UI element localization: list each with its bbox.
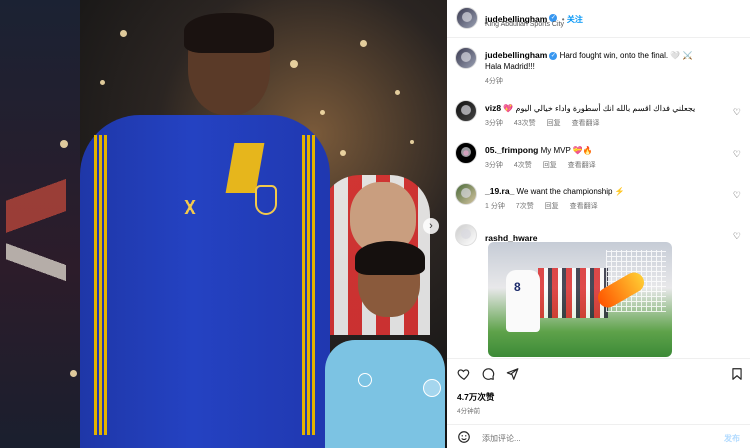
caption-time: 4分钟 (485, 78, 503, 85)
chevron-right-icon[interactable]: › (423, 218, 439, 234)
comment-gif-sticker[interactable]: 8 (488, 242, 672, 357)
post-photo: › (0, 0, 447, 448)
sticker-jersey-number: 8 (514, 280, 521, 294)
avatar[interactable] (455, 100, 477, 122)
send-icon[interactable] (505, 367, 519, 381)
bookmark-icon[interactable] (730, 367, 744, 381)
translate-button[interactable]: 查看翻译 (572, 120, 600, 127)
comment-likes[interactable]: 7次赞 (516, 203, 534, 210)
comment-composer: 添加评论... 发布 (447, 424, 750, 448)
post-comment-button[interactable]: 发布 (724, 433, 740, 444)
heart-icon[interactable]: ♡ (733, 190, 741, 201)
comment-icon[interactable] (481, 367, 495, 381)
avatar[interactable] (456, 7, 478, 29)
comment-likes[interactable]: 4次赞 (514, 162, 532, 169)
comment-text: We want the championship ⚡ (516, 187, 625, 196)
action-bar (447, 358, 750, 418)
comment-username[interactable]: viz8 (485, 103, 501, 113)
comment-likes[interactable]: 43次赞 (514, 120, 536, 127)
post-time: 4分钟前 (457, 408, 481, 415)
instagram-post-viewer: › judebellingham ✓ • 关注 King Abdullah Spo… (0, 0, 750, 448)
comment-time: 3分钟 (485, 162, 503, 169)
post-location[interactable]: King Abdullah Sports City (485, 21, 564, 28)
comment-input[interactable]: 添加评论... (482, 433, 521, 444)
translate-button[interactable]: 查看翻译 (570, 203, 598, 210)
caption-text-line2: Hala Madrid!!! (485, 62, 535, 71)
verified-icon: ✓ (549, 51, 558, 60)
comment-time: 3分钟 (485, 120, 503, 127)
reply-button[interactable]: 回复 (547, 120, 561, 127)
emoji-icon[interactable] (457, 430, 471, 444)
comment-text: My MVP 💝🔥 (540, 146, 593, 155)
comment-text: يجعلني فداك اقسم بالله انك أسطورة واداء … (503, 104, 696, 113)
heart-icon[interactable]: ♡ (733, 231, 741, 242)
club-crest-icon (255, 185, 277, 215)
post-sidebar: judebellingham ✓ • 关注 King Abdullah Sport… (447, 0, 750, 448)
reply-button[interactable]: 回复 (545, 203, 559, 210)
like-count[interactable]: 4.7万次赞 (457, 391, 494, 403)
comment-time: 1 分钟 (485, 203, 505, 210)
post-header: judebellingham ✓ • 关注 King Abdullah Sport… (447, 0, 750, 38)
stadium-panel (0, 0, 80, 448)
heart-icon[interactable] (457, 367, 471, 381)
avatar[interactable] (455, 142, 477, 164)
heart-icon[interactable]: ♡ (733, 149, 741, 160)
avatar[interactable] (455, 224, 477, 246)
caption-username[interactable]: judebellingham (485, 50, 547, 60)
reply-button[interactable]: 回复 (543, 162, 557, 169)
heart-icon[interactable]: ♡ (733, 107, 741, 118)
comment-username[interactable]: 05._frimpong (485, 145, 538, 155)
comment-username[interactable]: _19.ra_ (485, 186, 514, 196)
translate-button[interactable]: 查看翻译 (568, 162, 596, 169)
avatar[interactable] (455, 183, 477, 205)
caption-text: Hard fought win, onto the final. 🤍 ⚔️ (559, 51, 693, 60)
player-figure (80, 13, 330, 448)
follow-button[interactable]: 关注 (567, 15, 583, 24)
brand-logo-icon (180, 200, 200, 214)
mascot-child (325, 241, 445, 448)
avatar[interactable] (455, 47, 477, 69)
